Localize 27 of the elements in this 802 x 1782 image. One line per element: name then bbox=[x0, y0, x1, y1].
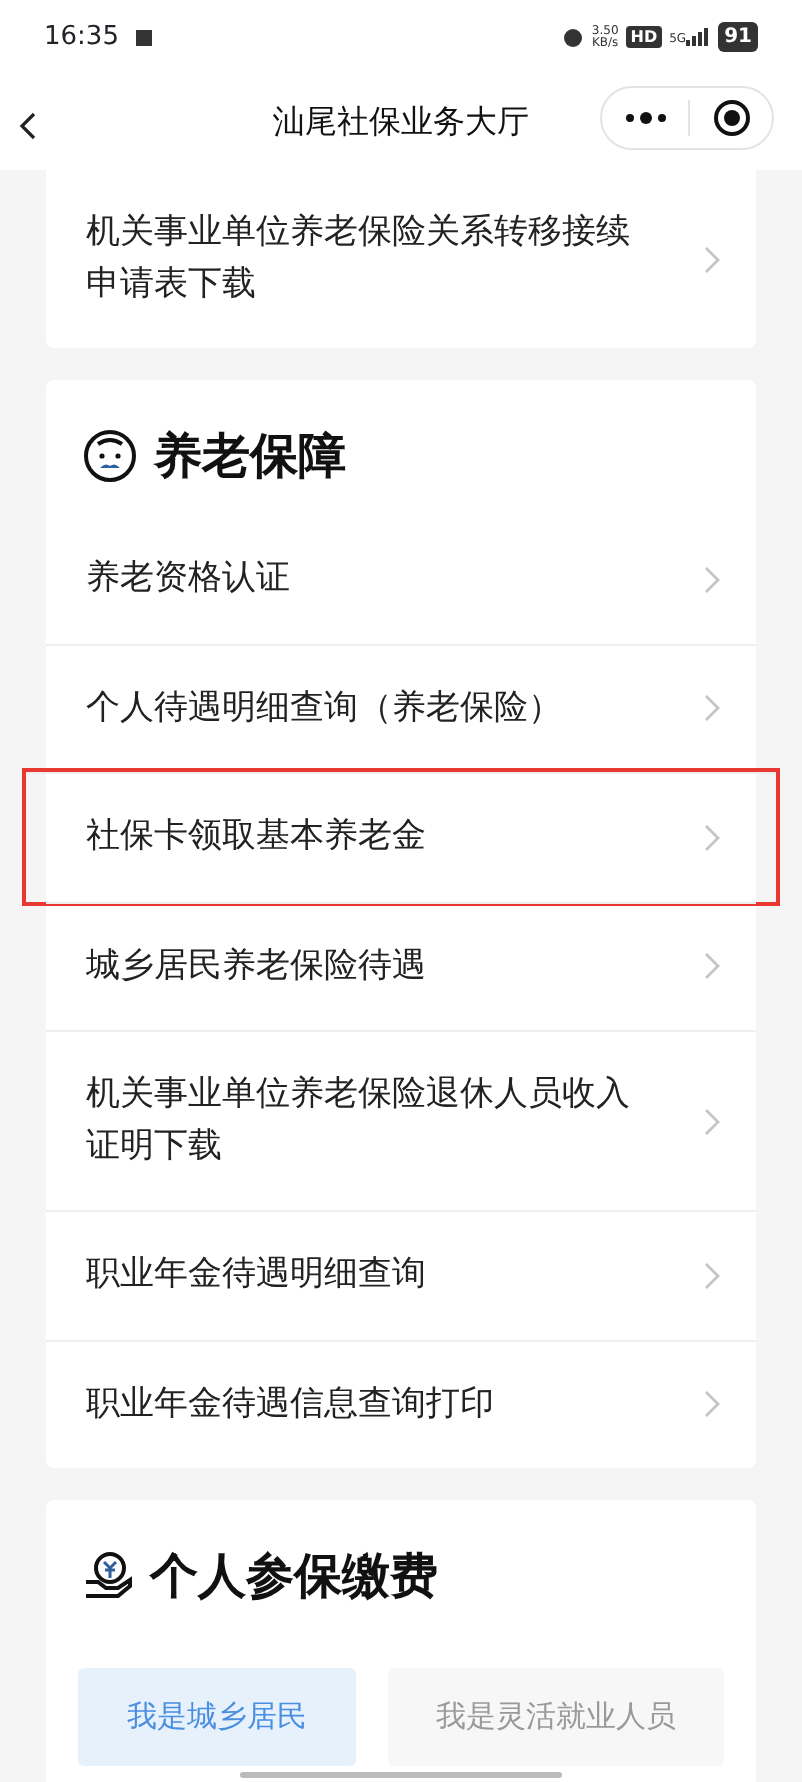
chevron-right-icon bbox=[704, 1107, 720, 1135]
chevron-right-icon bbox=[704, 1261, 720, 1290]
chevron-right-icon bbox=[704, 245, 720, 273]
menu-item[interactable]: 养老资格认证 bbox=[46, 516, 756, 643]
chevron-right-icon bbox=[704, 952, 720, 981]
chevron-right-icon bbox=[704, 565, 720, 594]
signal-icon bbox=[686, 28, 711, 46]
menu-item[interactable]: 机关事业单位养老保险退休人员收入证明下载 bbox=[46, 1030, 756, 1210]
hd-badge: HD bbox=[626, 26, 662, 48]
chevron-right-icon bbox=[704, 694, 720, 723]
alarm-icon bbox=[561, 26, 584, 48]
menu-item[interactable]: 职业年金待遇信息查询打印 bbox=[46, 1339, 756, 1468]
status-time: 16:35 bbox=[44, 19, 119, 56]
elder-face-icon bbox=[82, 428, 138, 484]
section-title: 个人参保缴费 bbox=[150, 1546, 438, 1608]
battery-level: 91 bbox=[718, 22, 758, 52]
hand-coin-icon bbox=[82, 1550, 134, 1602]
menu-item[interactable]: 城乡居民养老保险待遇 bbox=[46, 901, 756, 1030]
notification-icon bbox=[134, 27, 155, 47]
chevron-right-icon bbox=[704, 1390, 720, 1419]
page-title: 汕尾社保业务大厅 bbox=[273, 100, 529, 144]
menu-item[interactable]: 机关事业单位养老保险关系转移接续申请表下载 bbox=[46, 170, 756, 348]
chevron-right-icon bbox=[704, 823, 720, 852]
section-title: 养老保障 bbox=[154, 426, 346, 488]
menu-item[interactable]: 社保卡领取基本养老金 bbox=[26, 772, 776, 901]
menu-item[interactable]: 职业年金待遇明细查询 bbox=[46, 1210, 756, 1339]
menu-item[interactable]: 个人待遇明细查询（养老保险） bbox=[46, 643, 756, 772]
